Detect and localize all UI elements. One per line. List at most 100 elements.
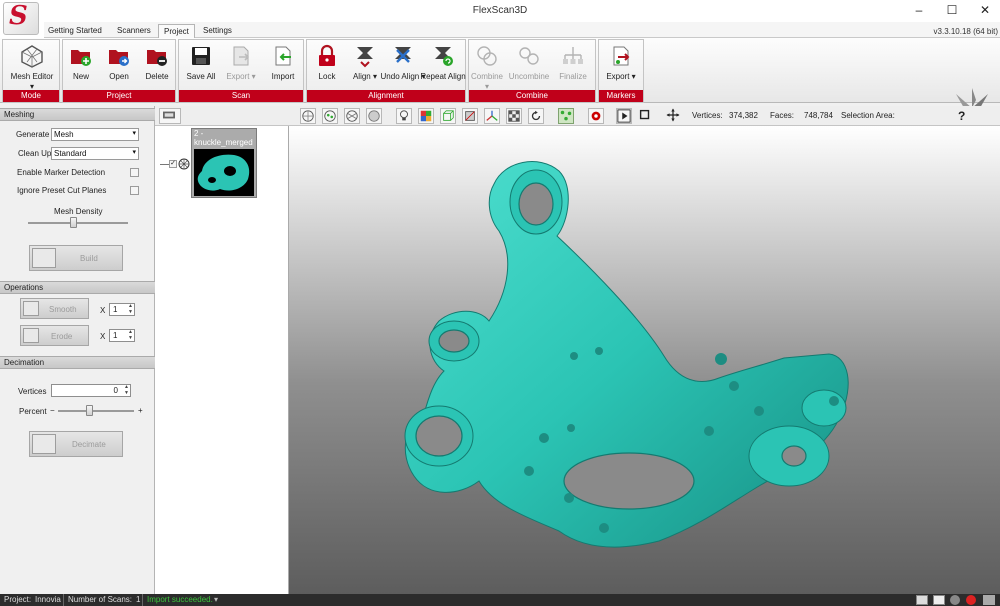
axis-button[interactable] [484,108,500,124]
open-button[interactable]: Open [101,42,137,90]
enable-marker-checkbox[interactable] [130,168,139,177]
spinner-arrows-icon[interactable]: ▲ ▼ [128,329,133,341]
smooth-count-input[interactable]: 1 ▲ ▼ [109,303,135,316]
build-icon [32,248,56,268]
uncombine-label: Uncombine [508,72,550,81]
percent-slider[interactable] [58,405,134,416]
percent-minus-button[interactable]: − [50,406,55,415]
mesh-view-icon [302,110,314,122]
tab-getting-started[interactable]: Getting Started [48,26,102,35]
minimize-button[interactable]: – [904,1,934,19]
build-button[interactable]: Build [29,245,123,271]
scan-list-panel: 2 - knuckle_merged ✓ [155,126,289,594]
view-wireframe-button[interactable] [344,108,360,124]
chevron-down-icon[interactable]: ▾ [214,594,218,606]
undo-align-icon [395,47,411,63]
collapse-panel-button[interactable] [159,108,181,124]
ribbon-tabs: Getting Started Scanners Project Setting… [0,22,1000,39]
bounding-box-button[interactable] [440,108,456,124]
decimate-icon [32,434,56,454]
scan-mesh-icon[interactable] [178,158,190,170]
decimate-button[interactable]: Decimate [29,431,123,457]
view-points-button[interactable] [322,108,338,124]
clip-button[interactable] [462,108,478,124]
finalize-button[interactable]: Finalize [555,42,591,90]
generate-select[interactable]: Mesh ▾ [51,128,139,141]
meshing-section-header[interactable]: Meshing [0,108,155,121]
repeat-align-button[interactable]: Repeat Align [420,42,466,90]
tab-settings[interactable]: Settings [203,26,232,35]
spinner-arrows-icon[interactable]: ▲ ▼ [128,303,133,315]
maximize-button[interactable]: ☐ [937,1,967,19]
combine-label: Combine [470,72,503,81]
stop-button[interactable] [638,108,654,124]
erode-count-input[interactable]: 1 ▲ ▼ [109,329,135,342]
play-button[interactable] [616,108,632,124]
scan-thumbnail[interactable]: 2 - knuckle_merged [191,128,257,198]
undo-align-label: Undo Align [380,72,420,81]
align-button[interactable]: Align ▾ [347,42,383,90]
import-button[interactable]: Import [265,42,301,90]
scan-visible-checkbox[interactable]: ✓ [169,160,177,168]
slider-thumb[interactable] [86,405,93,416]
3d-viewport[interactable] [289,126,1000,594]
color-map-button[interactable] [418,108,434,124]
undo-align-button[interactable]: Undo Align ▾ [381,42,425,90]
save-all-button[interactable]: Save All [183,42,219,90]
tab-scanners[interactable]: Scanners [117,26,151,35]
combine-button[interactable]: Combine ▾ [469,42,505,91]
spinner-arrows-icon[interactable]: ▲ ▼ [124,384,129,396]
delete-label: Delete [145,72,169,81]
group-scan: Save All Export ▾ Import Scan [178,39,304,103]
rotate-button[interactable] [528,108,544,124]
vertices-count-label: Vertices: [692,111,723,120]
console-icon[interactable] [933,595,945,605]
tab-project[interactable]: Project [158,24,195,39]
cleanup-label: Clean Up [18,149,52,158]
close-button[interactable]: ✕ [970,1,1000,19]
screenshot-icon[interactable] [916,595,928,605]
export-button[interactable]: Export ▾ [223,42,259,90]
view-shaded-button[interactable] [366,108,382,124]
move-button[interactable] [666,108,682,124]
slider-thumb[interactable] [70,217,77,228]
mesh-editor-button[interactable]: Mesh Editor ▾ [11,42,53,91]
mesh-density-slider[interactable] [28,217,128,228]
smooth-button[interactable]: Smooth [20,298,89,319]
chevron-down-icon: ▾ [132,149,136,156]
error-icon[interactable] [966,595,976,605]
decimation-section-header[interactable]: Decimation [0,356,155,369]
uncombine-button[interactable]: Uncombine [509,42,549,90]
chevron-down-icon: ▾ [251,72,256,81]
vertices-input[interactable]: 0 ▲ ▼ [51,384,131,397]
slider-track [58,410,134,412]
uncombine-icon [519,47,539,65]
checker-button[interactable] [506,108,522,124]
status-divider [142,594,143,606]
markers-icon [560,110,572,121]
rotate-icon [531,110,541,121]
markers-export-button[interactable]: Export ▾ [603,42,639,90]
status-divider [63,594,64,606]
knuckle-mesh-model [404,161,849,548]
generate-label: Generate [16,130,50,139]
percent-plus-button[interactable]: + [138,406,143,415]
viewer-toolbar: Vertices: 374,382 Faces: 748,784 Selecti… [155,106,1000,126]
erode-button[interactable]: Erode [20,325,89,346]
faces-count-value: 748,784 [804,111,833,120]
operations-section-header[interactable]: Operations [0,281,155,294]
lock-button[interactable]: Lock [309,42,345,90]
new-button[interactable]: New [63,42,99,90]
minimize-panel-icon[interactable] [983,595,995,605]
settings-icon[interactable] [950,595,960,605]
ignore-cut-checkbox[interactable] [130,186,139,195]
app-logo[interactable]: S [0,0,44,38]
record-button[interactable] [588,108,604,124]
light-button[interactable] [396,108,412,124]
new-folder-icon [71,50,91,66]
view-fit-button[interactable] [300,108,316,124]
cleanup-select[interactable]: Standard ▾ [51,147,139,160]
markers-view-button[interactable] [558,108,574,124]
help-button[interactable]: ? [958,109,965,123]
delete-button[interactable]: Delete [139,42,175,90]
